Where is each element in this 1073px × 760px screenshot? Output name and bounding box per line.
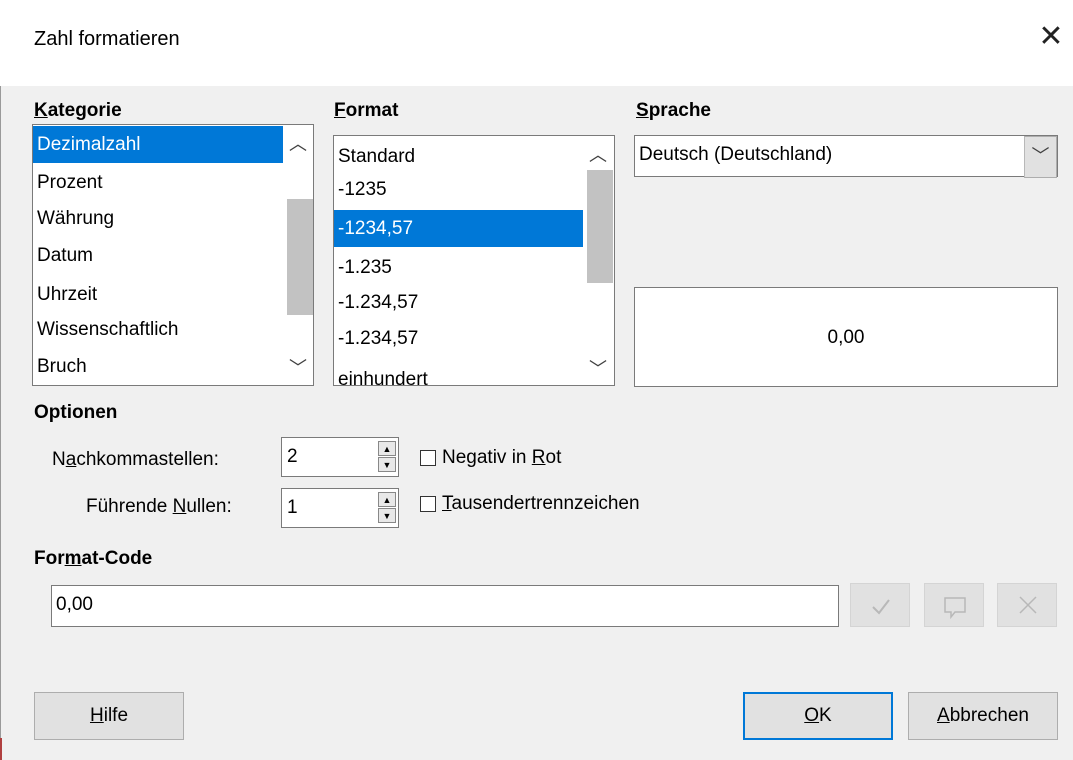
preview-value: 0,00 bbox=[827, 327, 865, 348]
spin-up-icon[interactable]: ▲ bbox=[378, 441, 396, 456]
chevron-up-icon[interactable]: ︿ bbox=[583, 140, 613, 170]
format-code-input[interactable]: 0,00 bbox=[51, 585, 839, 627]
negative-red-checkbox[interactable] bbox=[420, 450, 436, 466]
check-icon[interactable] bbox=[850, 583, 910, 627]
category-item-wissenschaftlich[interactable]: Wissenschaftlich bbox=[37, 311, 179, 348]
delete-icon[interactable] bbox=[997, 583, 1057, 627]
decimals-value[interactable]: 2 bbox=[287, 446, 298, 468]
format-item-1234-57[interactable]: -1234,57 bbox=[334, 210, 584, 247]
format-item-einhundert[interactable]: einhundert bbox=[338, 361, 428, 385]
format-preview: 0,00 bbox=[634, 287, 1058, 387]
category-label: Kategorie bbox=[34, 100, 122, 121]
language-value: Deutsch (Deutschland) bbox=[639, 144, 833, 165]
leading-zeros-value[interactable]: 1 bbox=[287, 497, 298, 519]
category-item-bruch[interactable]: Bruch bbox=[37, 348, 87, 385]
format-scroll-thumb[interactable] bbox=[587, 170, 613, 283]
format-item-1-235[interactable]: -1.235 bbox=[338, 249, 392, 286]
category-item-uhrzeit[interactable]: Uhrzeit bbox=[37, 276, 97, 313]
comment-icon[interactable] bbox=[924, 583, 984, 627]
help-button[interactable]: Hilfe bbox=[34, 692, 184, 740]
format-item-1-234-57-a[interactable]: -1.234,57 bbox=[338, 284, 418, 321]
chevron-up-icon[interactable]: ︿ bbox=[283, 129, 313, 159]
check-icon-glyph bbox=[872, 599, 890, 615]
category-item-prozent[interactable]: Prozent bbox=[37, 164, 102, 201]
format-list[interactable]: Standard -1235 -1234,57 -1.235 -1.234,57… bbox=[333, 135, 615, 386]
delete-icon-glyph bbox=[1019, 596, 1037, 614]
format-scrollbar[interactable]: ︿ ﹀ bbox=[583, 136, 613, 385]
thousands-separator-checkbox[interactable] bbox=[420, 496, 436, 512]
language-label: Sprache bbox=[636, 100, 711, 121]
format-item-1-234-57-b[interactable]: -1.234,57 bbox=[338, 320, 418, 357]
chevron-down-icon[interactable]: ﹀ bbox=[583, 354, 613, 384]
spin-down-icon[interactable]: ▼ bbox=[378, 457, 396, 472]
thousands-separator-label[interactable]: Tausendertrennzeichen bbox=[442, 493, 640, 515]
category-item-datum[interactable]: Datum bbox=[37, 237, 93, 274]
leading-zeros-label: Führende Nullen: bbox=[86, 496, 232, 517]
spin-up-icon[interactable]: ▲ bbox=[378, 492, 396, 507]
spin-down-icon[interactable]: ▼ bbox=[378, 508, 396, 523]
language-select[interactable]: Deutsch (Deutschland) ﹀ bbox=[634, 135, 1058, 178]
chevron-down-icon[interactable]: ﹀ bbox=[283, 353, 313, 383]
ok-button[interactable]: OK bbox=[743, 692, 893, 740]
chevron-down-icon[interactable]: ﹀ bbox=[1024, 136, 1057, 178]
options-heading: Optionen bbox=[34, 402, 118, 423]
comment-icon-glyph bbox=[944, 597, 966, 620]
category-list[interactable]: Dezimalzahl Prozent Währung Datum Uhrzei… bbox=[32, 124, 314, 386]
close-icon[interactable]: ✕ bbox=[1036, 22, 1066, 52]
category-item-waehrung[interactable]: Währung bbox=[37, 200, 114, 237]
decimals-stepper[interactable]: 2 ▲ ▼ bbox=[281, 437, 399, 477]
cancel-button[interactable]: Abbrechen bbox=[908, 692, 1058, 740]
format-label: Format bbox=[334, 100, 399, 121]
category-scroll-thumb[interactable] bbox=[287, 199, 313, 315]
format-item-1235[interactable]: -1235 bbox=[338, 171, 387, 208]
category-item-dezimalzahl[interactable]: Dezimalzahl bbox=[33, 126, 283, 163]
negative-red-label[interactable]: Negativ in Rot bbox=[442, 447, 561, 469]
format-code-value[interactable]: 0,00 bbox=[56, 594, 93, 616]
window-border-accent bbox=[0, 738, 2, 760]
dialog-title: Zahl formatieren bbox=[34, 28, 180, 50]
format-code-label: Format-Code bbox=[34, 548, 153, 569]
window-border bbox=[0, 86, 1, 760]
format-item-standard[interactable]: Standard bbox=[338, 138, 415, 175]
decimals-label: Nachkommastellen: bbox=[52, 449, 219, 470]
leading-zeros-stepper[interactable]: 1 ▲ ▼ bbox=[281, 488, 399, 528]
category-scrollbar[interactable]: ︿ ﹀ bbox=[283, 125, 313, 385]
